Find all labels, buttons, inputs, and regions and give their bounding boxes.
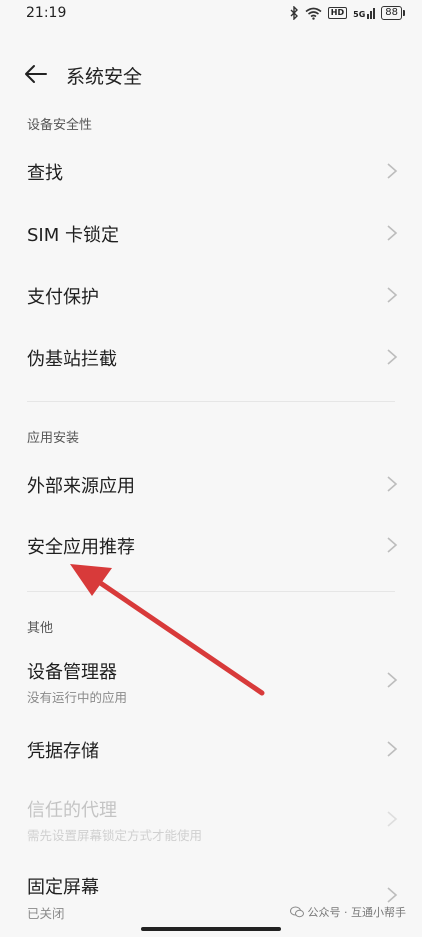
list-item-credential-storage[interactable]: 凭据存储 bbox=[0, 718, 422, 780]
row-label: 查找 bbox=[27, 163, 63, 184]
section-header-device-security: 设备安全性 bbox=[27, 118, 93, 133]
row-label: 支付保护 bbox=[27, 287, 99, 308]
chevron-right-icon bbox=[387, 811, 398, 827]
chevron-right-icon bbox=[387, 225, 398, 241]
arrow-left-icon[interactable] bbox=[22, 60, 50, 88]
status-icons: HD 5G 88 bbox=[290, 6, 405, 20]
watermark: 公众号 · 互通小帮手 bbox=[289, 904, 407, 920]
list-item-payment-protection[interactable]: 支付保护 bbox=[0, 264, 422, 326]
chevron-right-icon bbox=[387, 476, 398, 492]
signal-icon: 5G bbox=[353, 7, 376, 19]
row-label: 固定屏幕 bbox=[27, 877, 99, 898]
row-label: 凭据存储 bbox=[27, 741, 99, 762]
list-item-find[interactable]: 查找 bbox=[0, 140, 422, 202]
section-header-app-install: 应用安装 bbox=[27, 431, 80, 446]
status-time: 21:19 bbox=[26, 5, 67, 21]
list-item-sim-lock[interactable]: SIM 卡锁定 bbox=[0, 202, 422, 264]
hd-icon: HD bbox=[327, 7, 348, 19]
battery-icon: 88 bbox=[381, 6, 405, 20]
list-item-external-sources[interactable]: 外部来源应用 bbox=[0, 453, 422, 515]
page-title: 系统安全 bbox=[66, 66, 143, 88]
row-label: 伪基站拦截 bbox=[27, 349, 117, 370]
chevron-right-icon bbox=[387, 163, 398, 179]
home-indicator[interactable] bbox=[141, 927, 281, 931]
watermark-text: 公众号 · 互通小帮手 bbox=[307, 906, 407, 919]
list-item-device-manager[interactable]: 设备管理器 没有运行中的应用 bbox=[0, 643, 422, 715]
row-label: 安全应用推荐 bbox=[27, 537, 135, 558]
chevron-right-icon bbox=[387, 537, 398, 553]
row-label: SIM 卡锁定 bbox=[27, 225, 119, 246]
signal-label: 5G bbox=[353, 9, 366, 19]
status-bar: 21:19 HD 5G 88 bbox=[0, 0, 422, 30]
bluetooth-icon bbox=[290, 6, 298, 20]
chevron-right-icon bbox=[387, 887, 398, 903]
section-divider bbox=[27, 591, 395, 592]
row-label: 信任的代理 bbox=[27, 800, 117, 821]
wifi-icon bbox=[305, 7, 322, 20]
row-label: 外部来源应用 bbox=[27, 476, 135, 497]
wechat-icon bbox=[289, 906, 304, 918]
section-header-other: 其他 bbox=[27, 621, 54, 636]
list-item-fake-base-station[interactable]: 伪基站拦截 bbox=[0, 326, 422, 388]
row-subtitle: 没有运行中的应用 bbox=[27, 690, 128, 705]
list-item-trusted-agents: 信任的代理 需先设置屏幕锁定方式才能使用 bbox=[0, 783, 422, 855]
section-divider bbox=[27, 401, 395, 402]
chevron-right-icon bbox=[387, 349, 398, 365]
chevron-right-icon bbox=[387, 287, 398, 303]
chevron-right-icon bbox=[387, 741, 398, 757]
row-subtitle: 需先设置屏幕锁定方式才能使用 bbox=[27, 828, 203, 843]
row-subtitle: 已关闭 bbox=[27, 906, 65, 921]
page-header: 系统安全 bbox=[0, 54, 422, 94]
row-label: 设备管理器 bbox=[27, 662, 117, 683]
list-item-security-app-recommend[interactable]: 安全应用推荐 bbox=[0, 515, 422, 577]
chevron-right-icon bbox=[387, 672, 398, 688]
